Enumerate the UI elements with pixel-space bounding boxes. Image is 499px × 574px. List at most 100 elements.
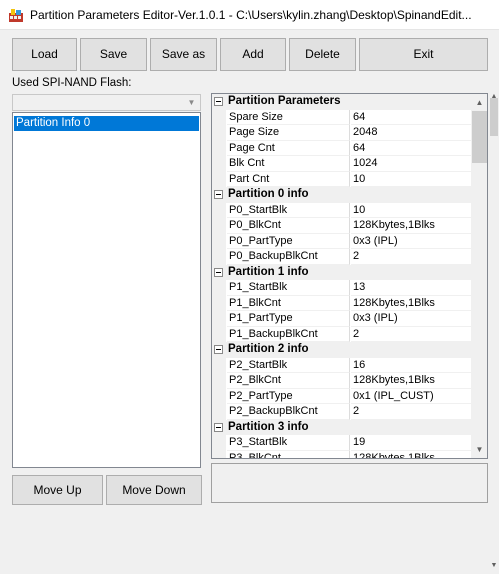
property-row[interactable]: Page Cnt 64	[212, 140, 471, 156]
property-row[interactable]: Page Size 2048	[212, 125, 471, 141]
property-value[interactable]: 13	[351, 280, 471, 296]
property-row[interactable]: P3_BlkCnt 128Kbytes,1Blks	[212, 450, 471, 459]
property-description-box	[211, 463, 488, 503]
property-grid[interactable]: Partition Parameters Spare Size 64 Page Siz…	[211, 93, 488, 459]
flash-select[interactable]: ▼	[12, 94, 201, 111]
save-button[interactable]: Save	[80, 38, 147, 71]
property-name: Part Cnt	[227, 171, 350, 187]
collapse-minus-icon[interactable]	[214, 422, 223, 432]
property-row[interactable]: P0_BlkCnt 128Kbytes,1Blks	[212, 218, 471, 234]
property-name: P0_BlkCnt	[227, 218, 350, 234]
property-row-gutter	[212, 171, 226, 187]
exit-button[interactable]: Exit	[359, 38, 488, 71]
property-category[interactable]: Partition Parameters	[212, 94, 471, 110]
property-row[interactable]: P1_PartType 0x3 (IPL)	[212, 311, 471, 327]
property-row-gutter	[212, 202, 226, 218]
property-value[interactable]: 128Kbytes,1Blks	[351, 218, 471, 234]
collapse-minus-icon[interactable]	[214, 345, 223, 354]
property-category-label: Partition Parameters	[228, 95, 341, 107]
property-value[interactable]: 0x3 (IPL)	[351, 234, 471, 249]
property-value[interactable]: 128Kbytes,1Blks	[351, 373, 471, 389]
property-value[interactable]: 2	[351, 327, 471, 342]
property-value[interactable]: 2	[351, 249, 471, 265]
property-row[interactable]: P1_StartBlk 13	[212, 280, 471, 296]
property-row-gutter	[212, 311, 226, 327]
property-name: P1_PartType	[227, 311, 350, 327]
property-category-label: Partition 2 info	[228, 343, 309, 355]
scroll-down-icon[interactable]: ▼	[471, 441, 487, 458]
property-row[interactable]: P3_StartBlk 19	[212, 435, 471, 451]
partition-list[interactable]: Partition Info 0	[12, 112, 201, 468]
property-value[interactable]: 128Kbytes,1Blks	[351, 296, 471, 311]
property-category[interactable]: Partition 1 info	[212, 264, 471, 280]
scroll-down-icon[interactable]: ▼	[489, 562, 499, 574]
chevron-down-icon[interactable]: ▼	[185, 97, 198, 108]
property-row[interactable]: P0_PartType 0x3 (IPL)	[212, 233, 471, 249]
collapse-minus-icon[interactable]	[214, 97, 223, 106]
property-row-gutter	[212, 156, 226, 172]
property-value[interactable]: 2048	[351, 125, 471, 141]
property-row[interactable]: P1_BackupBlkCnt 2	[212, 326, 471, 342]
property-name: P2_StartBlk	[227, 357, 350, 373]
property-row-gutter	[212, 125, 226, 141]
scroll-thumb[interactable]	[472, 111, 487, 163]
property-row-gutter	[212, 373, 226, 389]
property-row[interactable]: P0_StartBlk 10	[212, 202, 471, 218]
title-bar: Partition Parameters Editor-Ver.1.0.1 - …	[0, 0, 499, 30]
property-row[interactable]: P0_BackupBlkCnt 2	[212, 249, 471, 265]
property-name: Page Size	[227, 125, 350, 141]
property-value[interactable]: 64	[351, 141, 471, 156]
property-row[interactable]: P2_PartType 0x1 (IPL_CUST)	[212, 388, 471, 404]
property-row-gutter	[212, 450, 226, 458]
property-value[interactable]: 19	[351, 435, 471, 451]
move-up-button[interactable]: Move Up	[12, 475, 103, 505]
property-row[interactable]: P2_StartBlk 16	[212, 357, 471, 373]
property-name: P0_BackupBlkCnt	[227, 249, 350, 265]
window-title: Partition Parameters Editor-Ver.1.0.1 - …	[30, 8, 472, 22]
property-row-gutter	[212, 295, 226, 311]
collapse-minus-icon[interactable]	[214, 190, 223, 199]
property-value[interactable]: 64	[351, 110, 471, 125]
property-value[interactable]: 10	[351, 172, 471, 187]
property-value[interactable]: 128Kbytes,1Blks	[351, 451, 471, 459]
property-name: P3_BlkCnt	[227, 450, 350, 458]
property-value[interactable]: 0x1 (IPL_CUST)	[351, 389, 471, 404]
property-row-gutter	[212, 326, 226, 342]
property-row[interactable]: Spare Size 64	[212, 109, 471, 125]
property-value[interactable]: 2	[351, 404, 471, 420]
property-row[interactable]: P2_BlkCnt 128Kbytes,1Blks	[212, 373, 471, 389]
property-value[interactable]: 16	[351, 358, 471, 373]
scroll-up-icon[interactable]: ▲	[471, 94, 487, 111]
move-down-button[interactable]: Move Down	[106, 475, 202, 505]
property-category-label: Partition 1 info	[228, 265, 309, 278]
property-name: Blk Cnt	[227, 156, 350, 172]
property-row-gutter	[212, 233, 226, 249]
collapse-minus-icon[interactable]	[214, 267, 223, 277]
property-value[interactable]: 0x3 (IPL)	[351, 311, 471, 327]
add-button[interactable]: Add	[220, 38, 286, 71]
delete-button[interactable]: Delete	[289, 38, 356, 71]
save-as-button[interactable]: Save as	[150, 38, 217, 71]
property-value[interactable]: 10	[351, 203, 471, 218]
property-name: P2_PartType	[227, 388, 350, 404]
property-row[interactable]: P2_BackupBlkCnt 2	[212, 404, 471, 420]
property-category[interactable]: Partition 2 info	[212, 342, 471, 358]
property-category[interactable]: Partition 3 info	[212, 419, 471, 435]
property-row[interactable]: P1_BlkCnt 128Kbytes,1Blks	[212, 295, 471, 311]
list-item[interactable]: Partition Info 0	[14, 116, 199, 131]
property-row-gutter	[212, 357, 226, 373]
load-button[interactable]: Load	[12, 38, 77, 71]
property-row-gutter	[212, 140, 226, 156]
property-category[interactable]: Partition 0 info	[212, 187, 471, 203]
window-scrollbar[interactable]: ▲ ▼	[489, 93, 499, 569]
scroll-thumb[interactable]	[490, 98, 498, 136]
property-grid-scrollbar[interactable]: ▲ ▼	[471, 94, 487, 458]
property-row[interactable]: Blk Cnt 1024	[212, 156, 471, 172]
property-row[interactable]: Part Cnt 10	[212, 171, 471, 187]
property-row-gutter	[212, 404, 226, 420]
property-category-label: Partition 0 info	[228, 188, 309, 200]
property-name: P3_StartBlk	[227, 435, 350, 451]
property-row-gutter	[212, 435, 226, 451]
property-name: P2_BackupBlkCnt	[227, 404, 350, 420]
property-value[interactable]: 1024	[351, 156, 471, 172]
